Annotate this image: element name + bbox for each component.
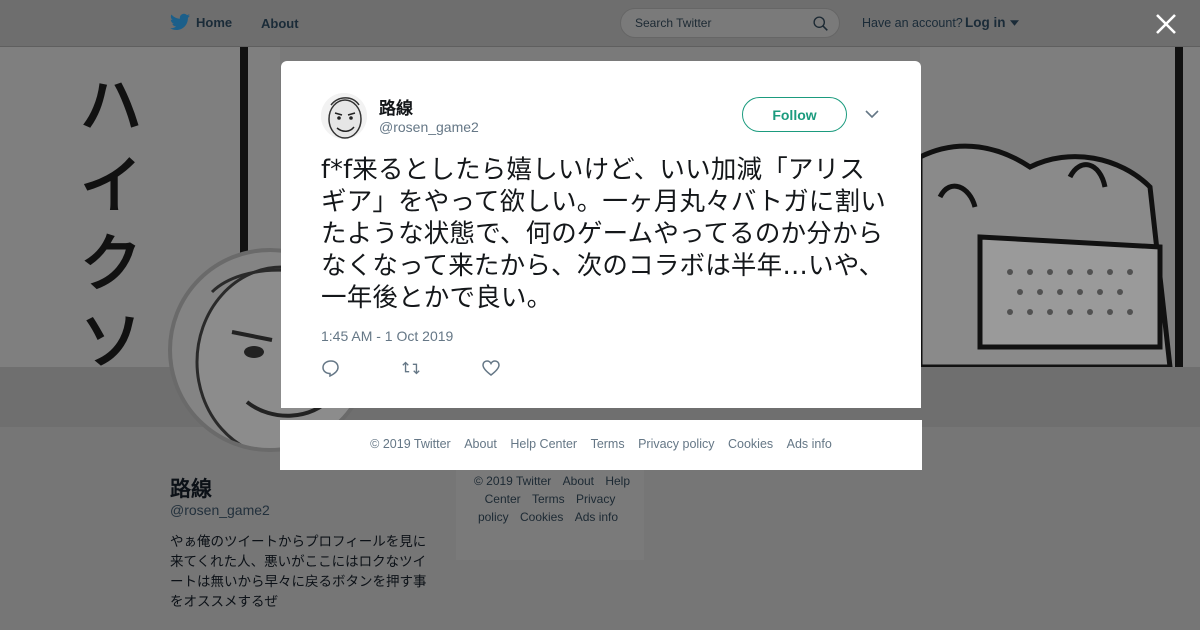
tweet-timestamp[interactable]: 1:45 AM - 1 Oct 2019 xyxy=(321,328,453,344)
search-input[interactable] xyxy=(633,15,807,31)
avatar-face-art xyxy=(321,93,367,139)
like-action[interactable] xyxy=(481,359,561,379)
login-dropdown[interactable]: Log in xyxy=(965,15,1020,30)
footer-link-ads-info[interactable]: Ads info xyxy=(575,510,618,524)
twitter-bird-icon xyxy=(170,13,190,30)
reply-action[interactable] xyxy=(321,359,401,379)
banner-illustration xyxy=(917,47,1200,367)
login-label: Log in xyxy=(965,15,1006,30)
reply-icon xyxy=(322,360,339,378)
tweet-modal: 路線 @rosen_game2 Follow f*f来るとしたら嬉しいけど、いい… xyxy=(281,61,921,408)
profile-handle: @rosen_game2 xyxy=(170,502,270,518)
heart-icon xyxy=(482,360,500,376)
retweet-action[interactable] xyxy=(401,359,481,379)
sidebar-footer: © 2019 Twitter About Help Center Terms P… xyxy=(456,462,644,560)
tweet-author-avatar[interactable] xyxy=(321,93,367,139)
footer-link-cookies[interactable]: Cookies xyxy=(520,510,563,524)
footer-link-about[interactable]: About xyxy=(464,437,497,451)
search-icon[interactable] xyxy=(812,15,829,32)
footer-link-terms[interactable]: Terms xyxy=(591,437,625,451)
profile-name: 路線 xyxy=(170,478,212,501)
follow-button[interactable]: Follow xyxy=(742,97,847,132)
footer-link-help-center[interactable]: Help Center xyxy=(510,437,577,451)
tweet-author-name[interactable]: 路線 xyxy=(379,94,413,119)
nav-home-label: Home xyxy=(196,14,233,30)
nav-home-link[interactable]: Home xyxy=(170,13,232,31)
tweet-actions xyxy=(321,359,561,379)
search-box[interactable] xyxy=(620,8,840,38)
banner-char: イ xyxy=(80,149,143,222)
profile-bio: やぁ俺のツイートからプロフィールを見に来てくれた人、悪いがここにはロクなツイート… xyxy=(170,534,427,609)
footer-link-privacy[interactable]: Privacy policy xyxy=(638,437,714,451)
footer-copyright: © 2019 Twitter xyxy=(370,437,451,451)
modal-footer: © 2019 Twitter About Help Center Terms P… xyxy=(280,420,922,470)
footer-link-cookies[interactable]: Cookies xyxy=(728,437,773,451)
account-prompt: Have an account? xyxy=(862,16,963,30)
banner-illustration-art xyxy=(917,47,1183,367)
tweet-text: f*f来るとしたら嬉しいけど、いい加減「アリスギア」をやって欲しい。一ヶ月丸々バ… xyxy=(321,155,886,313)
footer-link-terms[interactable]: Terms xyxy=(532,492,565,506)
chevron-down-icon[interactable] xyxy=(865,109,879,119)
banner-char: ソ xyxy=(80,305,143,367)
banner-char: ハ xyxy=(80,69,143,142)
retweet-icon xyxy=(402,361,420,375)
tweet-author-handle[interactable]: @rosen_game2 xyxy=(379,119,479,135)
footer-link-about[interactable]: About xyxy=(563,474,594,488)
nav-about-link[interactable]: About xyxy=(261,16,299,31)
footer-copyright: © 2019 Twitter xyxy=(473,474,552,488)
caret-down-icon xyxy=(1010,20,1020,27)
top-navigation-bar: Home About Have an account? Log in xyxy=(0,0,1200,47)
footer-link-ads-info[interactable]: Ads info xyxy=(787,437,832,451)
close-icon[interactable] xyxy=(1154,12,1178,36)
banner-char: ク xyxy=(80,227,143,300)
